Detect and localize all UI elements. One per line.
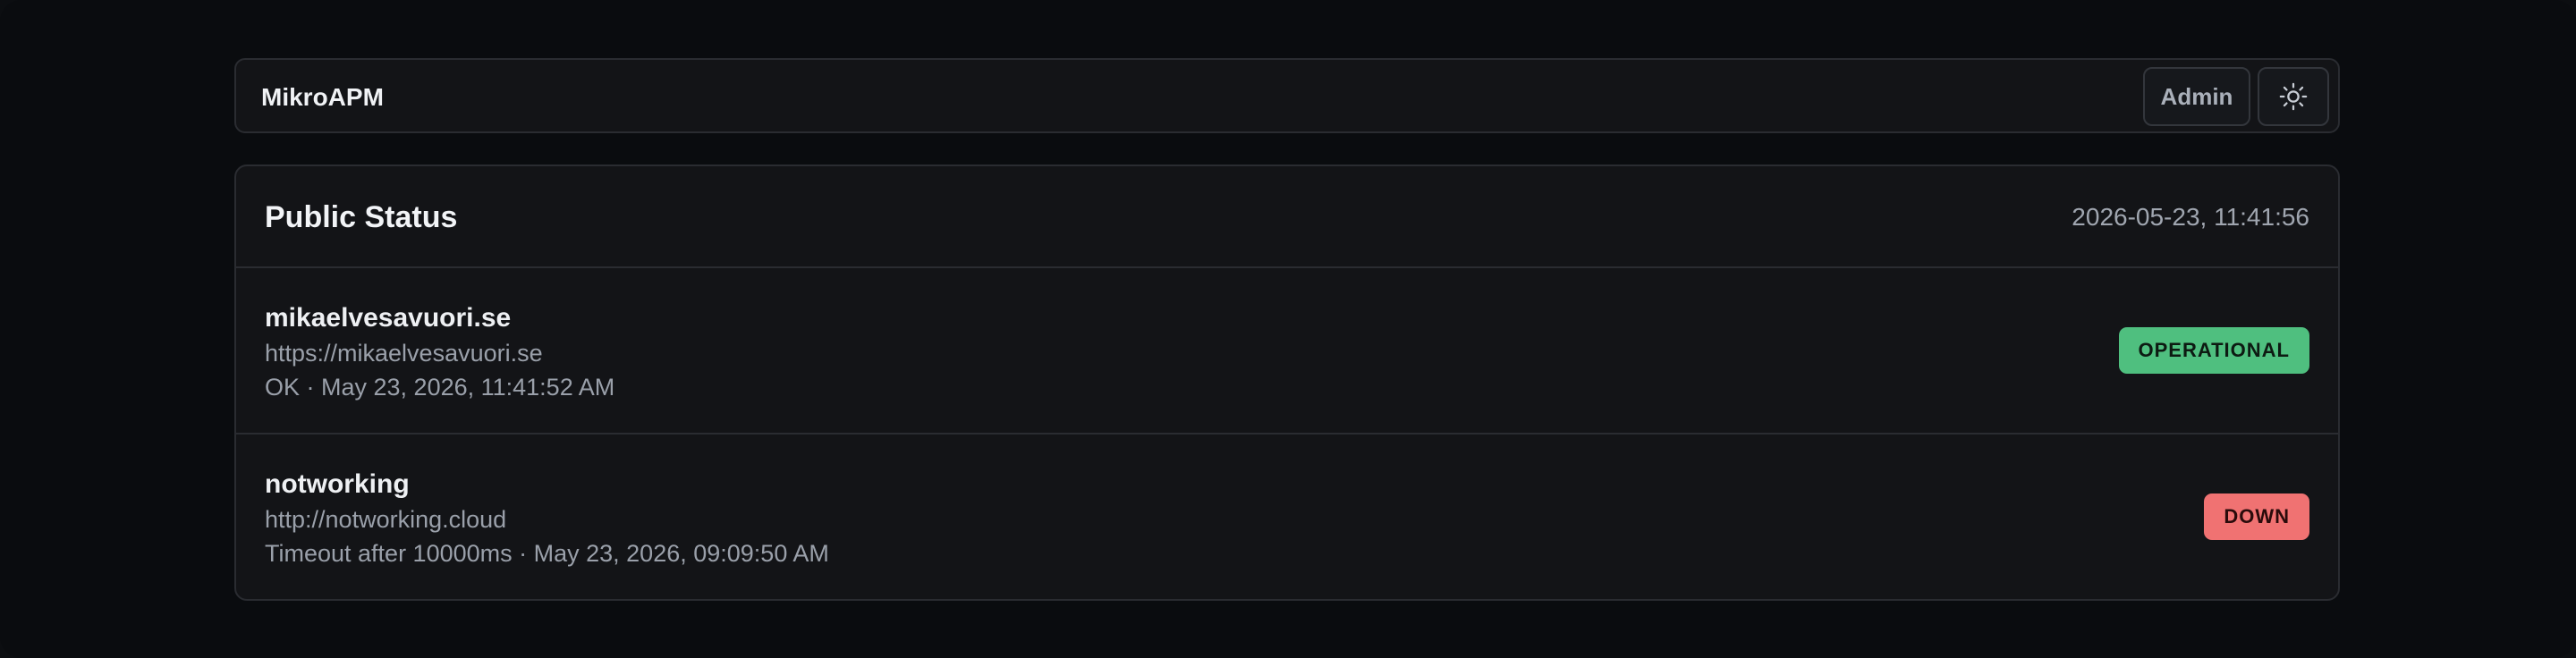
monitor-url: http://notworking.cloud	[265, 506, 507, 533]
status-card: Public Status 2026-05-23, 11:41:56 mikae…	[234, 164, 2340, 601]
page-background: MikroAPM Admin Public Status 2026-05-23,…	[0, 0, 2576, 658]
monitor-detail: Timeout after 10000ms · May 23, 2026, 09…	[265, 540, 829, 567]
monitor-name: mikaelvesavuori.se	[265, 303, 512, 333]
status-badge: OPERATIONAL	[2118, 327, 2309, 374]
admin-button[interactable]: Admin	[2143, 67, 2250, 126]
brand-logo-text[interactable]: MikroAPM	[261, 60, 384, 135]
monitor-row: mikaelvesavuori.se https://mikaelvesavuo…	[236, 268, 2338, 434]
top-navbar: MikroAPM Admin	[234, 58, 2340, 133]
monitor-row: notworking http://notworking.cloud Timeo…	[236, 434, 2338, 599]
navbar-actions: Admin	[2143, 67, 2329, 126]
status-card-header: Public Status 2026-05-23, 11:41:56	[236, 166, 2338, 268]
monitor-url: https://mikaelvesavuori.se	[265, 340, 543, 367]
page-title: Public Status	[265, 200, 458, 234]
status-badge: DOWN	[2204, 494, 2309, 540]
monitor-detail: OK · May 23, 2026, 11:41:52 AM	[265, 374, 615, 401]
sun-icon	[2279, 82, 2308, 111]
last-updated-timestamp: 2026-05-23, 11:41:56	[2072, 203, 2309, 231]
theme-toggle-button[interactable]	[2258, 67, 2329, 126]
monitor-name: notworking	[265, 469, 410, 499]
